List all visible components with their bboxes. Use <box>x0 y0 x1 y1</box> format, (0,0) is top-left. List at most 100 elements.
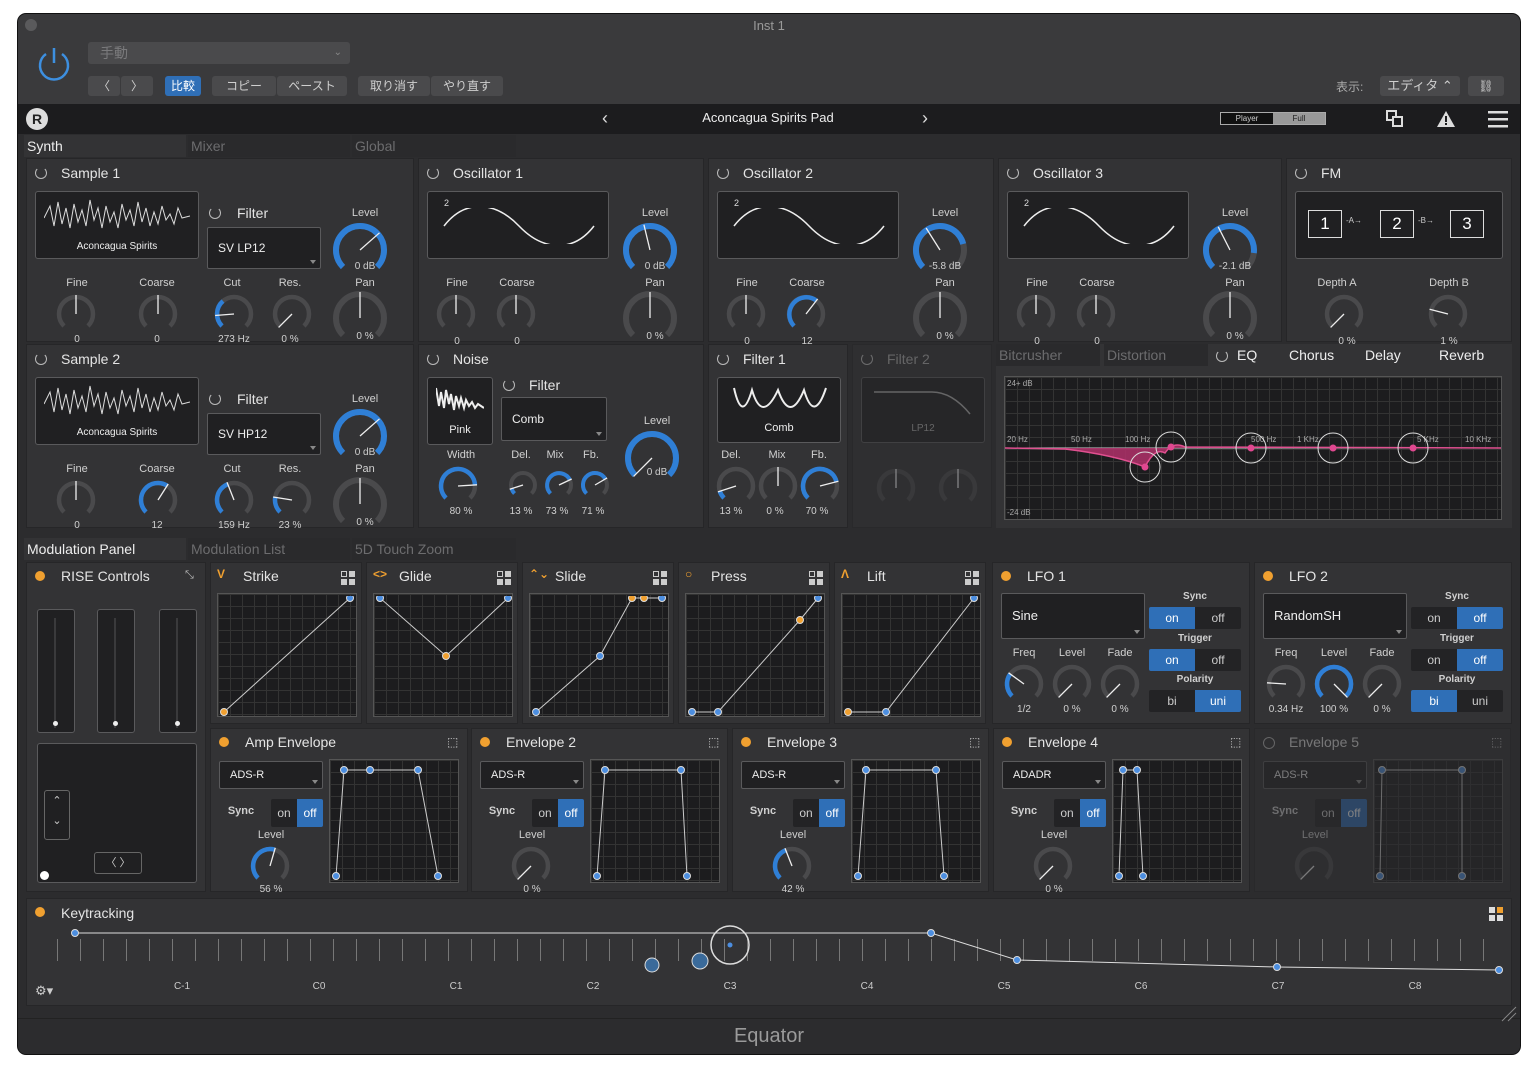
fine-knob[interactable] <box>435 293 477 335</box>
envelope-point[interactable] <box>1133 766 1141 774</box>
trigger-toggle[interactable]: on off <box>1149 649 1241 671</box>
tab-distortion[interactable]: Distortion <box>1104 344 1208 366</box>
sync-toggle[interactable]: on off <box>1149 607 1241 629</box>
envelope-point[interactable] <box>1139 872 1147 880</box>
trigger-off[interactable]: off <box>1195 649 1241 671</box>
full-option[interactable]: Full <box>1273 113 1325 124</box>
tab-mixer[interactable]: Mixer <box>188 135 350 157</box>
level-knob[interactable] <box>1032 845 1074 887</box>
envelope-editor[interactable] <box>1373 759 1503 883</box>
lfo1-shape-select[interactable]: Sine <box>1001 593 1145 639</box>
envelope-point[interactable] <box>366 766 374 774</box>
filter2-knob-a[interactable] <box>875 467 917 509</box>
curve-point[interactable] <box>346 596 354 602</box>
mod-indicator-dot[interactable] <box>1263 737 1275 749</box>
polarity-toggle[interactable]: bi uni <box>1411 690 1503 712</box>
envelope-point[interactable] <box>601 766 609 774</box>
envelope-point[interactable] <box>854 872 862 880</box>
xy-vertical-arrows[interactable]: ⌃ ⌄ <box>44 790 70 840</box>
xy-pad-cursor[interactable] <box>40 871 49 880</box>
curve-point[interactable] <box>844 708 852 716</box>
power-icon[interactable] <box>35 353 47 365</box>
tab-modulation-list[interactable]: Modulation List <box>188 538 350 560</box>
envelope-point[interactable] <box>1378 766 1386 774</box>
oscillator-waveform-select[interactable]: 2 <box>717 191 899 259</box>
curve-point[interactable] <box>628 596 636 602</box>
polarity-toggle[interactable]: bi uni <box>1149 690 1241 712</box>
curve-point[interactable] <box>714 708 722 716</box>
sync-off[interactable]: off <box>1195 607 1241 629</box>
curve-point[interactable] <box>640 596 648 602</box>
trigger-off[interactable]: off <box>1457 649 1503 671</box>
fade-knob[interactable] <box>1099 663 1141 705</box>
mix-knob[interactable] <box>543 469 575 501</box>
prev-preset-button[interactable]: 〈 <box>88 76 120 96</box>
power-icon[interactable] <box>503 379 515 391</box>
xy-horizontal-arrows[interactable]: 〈 〉 <box>94 852 142 874</box>
coarse-knob[interactable] <box>137 479 179 521</box>
fm-routing-display[interactable]: 1 -A→ 2 -B→ 3 <box>1295 191 1503 259</box>
curve-point[interactable] <box>376 596 384 602</box>
fine-knob[interactable] <box>55 479 97 521</box>
width-knob[interactable] <box>437 465 479 507</box>
expand-icon[interactable]: ⬚ <box>447 735 458 749</box>
press-curve-editor[interactable] <box>685 593 825 717</box>
curve-point[interactable] <box>658 596 666 602</box>
oscillator-waveform-select[interactable]: 2 <box>427 191 609 259</box>
cut-knob[interactable] <box>213 479 255 521</box>
redo-button[interactable]: やり直す <box>431 76 503 96</box>
envelope-point[interactable] <box>940 872 948 880</box>
expand-icon[interactable]: ⬚ <box>969 735 980 749</box>
del-knob[interactable] <box>715 465 757 507</box>
coarse-knob[interactable] <box>137 293 179 335</box>
prev-patch-button[interactable]: ‹ <box>602 108 608 129</box>
settings-gear-icon[interactable]: ⚙▾ <box>35 983 53 999</box>
curve-point[interactable] <box>814 596 822 602</box>
noise-color-select[interactable]: Pink <box>427 377 493 445</box>
expand-icon[interactable]: ⬚ <box>1491 735 1502 749</box>
sync-on[interactable]: on <box>793 799 819 827</box>
tab-bitcrusher[interactable]: Bitcrusher <box>996 344 1100 366</box>
envelope-editor[interactable] <box>851 759 981 883</box>
power-icon[interactable] <box>209 393 221 405</box>
level-knob[interactable] <box>623 429 681 487</box>
sync-off[interactable]: off <box>1457 607 1503 629</box>
sync-on[interactable]: on <box>532 799 558 827</box>
coarse-knob[interactable] <box>785 293 827 335</box>
polarity-bi[interactable]: bi <box>1149 690 1195 712</box>
rise-slider-1[interactable] <box>37 609 75 733</box>
envelope-point[interactable] <box>1115 872 1123 880</box>
fb-knob[interactable] <box>799 465 841 507</box>
curve-point[interactable] <box>970 596 978 602</box>
sync-off[interactable]: off <box>558 799 584 827</box>
curve-point[interactable] <box>504 596 512 602</box>
slide-curve-editor[interactable] <box>529 593 669 717</box>
filter-type-select[interactable]: SV LP12 <box>207 227 321 269</box>
xy-pad[interactable]: ⌃ ⌄ 〈 〉 <box>37 743 197 883</box>
sync-off[interactable]: off <box>297 799 323 827</box>
freq-knob[interactable] <box>1003 663 1045 705</box>
power-icon[interactable] <box>861 353 873 365</box>
grid-toggle-icon[interactable] <box>341 571 355 585</box>
power-icon[interactable] <box>1295 167 1307 179</box>
del-knob[interactable] <box>507 469 539 501</box>
power-icon[interactable] <box>717 353 729 365</box>
envelope-point[interactable] <box>593 872 601 880</box>
rise-slider-2[interactable] <box>97 609 135 733</box>
next-patch-button[interactable]: › <box>922 108 928 129</box>
sync-toggle[interactable]: on off <box>1411 607 1503 629</box>
sync-toggle[interactable]: on off <box>1054 799 1106 827</box>
sample2-waveform[interactable]: Aconcagua Spirits <box>35 377 199 445</box>
envelope-editor[interactable] <box>1112 759 1242 883</box>
glide-curve-editor[interactable] <box>373 593 513 717</box>
power-icon[interactable] <box>427 167 439 179</box>
envelope-editor[interactable] <box>590 759 720 883</box>
cut-knob[interactable] <box>213 293 255 335</box>
envelope-point[interactable] <box>332 872 340 880</box>
envelope-point[interactable] <box>1376 872 1384 880</box>
sync-on[interactable]: on <box>1054 799 1080 827</box>
curve-point[interactable] <box>882 708 890 716</box>
menu-icon[interactable] <box>1488 110 1508 128</box>
expand-icon[interactable]: ⬚ <box>708 735 719 749</box>
curve-point[interactable] <box>688 708 696 716</box>
